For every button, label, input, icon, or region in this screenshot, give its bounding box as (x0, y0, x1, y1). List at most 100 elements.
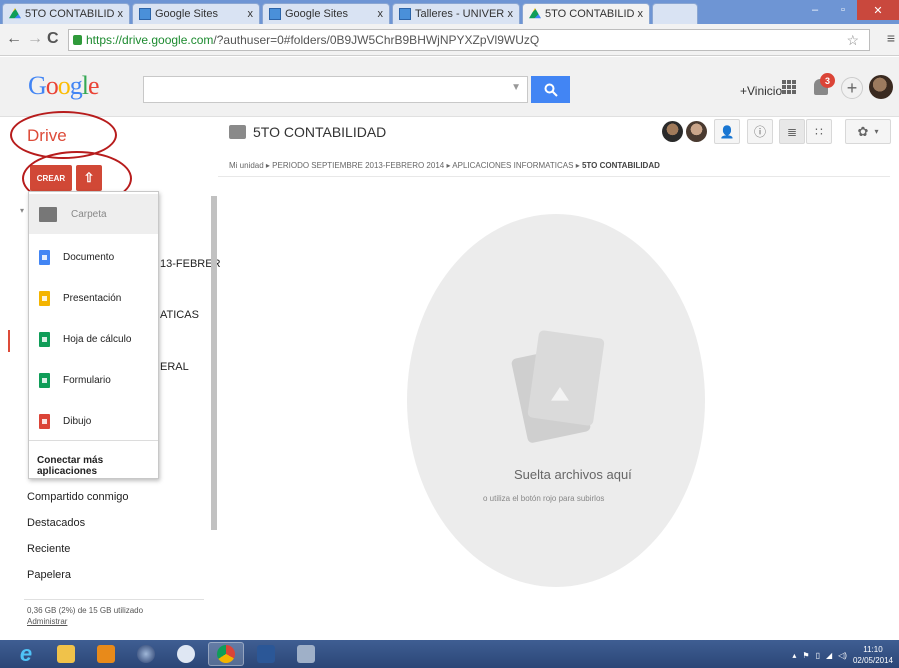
system-tray: ▴ ⚑ ▯ ◢ ◁) 11:10 02/05/2014 (792, 644, 893, 666)
breadcrumb-current: 5TO CONTABILIDAD (581, 161, 660, 170)
tree-expand-icon[interactable]: ▾ (20, 206, 24, 215)
docs-icon (39, 249, 50, 265)
url-field[interactable]: https://drive.google.com /?authuser=0#fo… (68, 29, 870, 51)
chevron-down-icon: ▾ (874, 127, 879, 136)
menu-item-spreadsheet[interactable]: Hoja de cálculo (29, 319, 158, 359)
network-icon[interactable]: ◢ (826, 651, 832, 660)
volume-icon[interactable]: ◁) (838, 651, 847, 660)
close-icon[interactable]: x (248, 8, 254, 20)
divider (24, 599, 204, 600)
menu-item-form[interactable]: Formulario (29, 360, 158, 400)
sites-icon (139, 8, 151, 20)
new-tab-button[interactable] (652, 3, 698, 24)
create-menu: Carpeta Documento Presentación Hoja de c… (28, 191, 159, 479)
forward-icon[interactable]: → (27, 30, 43, 48)
shared-folder-icon (229, 125, 246, 139)
collaborator-avatar[interactable] (662, 121, 683, 142)
taskbar-app[interactable] (88, 642, 124, 666)
tab-google-sites-1[interactable]: Google Sites x (132, 3, 260, 24)
start-button[interactable]: e (8, 641, 44, 666)
window-close-icon[interactable]: ✕ (857, 0, 899, 20)
breadcrumb: Mi unidad ▸ PERIODO SEPTIEMBRE 2013-FEBR… (229, 161, 660, 170)
settings-button[interactable]: ✿ ▾ (845, 119, 891, 144)
windows-taskbar: e ▴ ⚑ ▯ ◢ ◁) 11:10 02/05/2014 (0, 640, 899, 668)
tab-label: 5TO CONTABILIDAD - Go (545, 8, 634, 20)
close-icon[interactable]: x (508, 8, 514, 20)
sidebar-item-recent[interactable]: Reciente (27, 543, 70, 555)
clock[interactable]: 11:10 02/05/2014 (853, 644, 893, 666)
manage-storage-link[interactable]: Administrar (27, 617, 67, 626)
folder-title[interactable]: 5TO CONTABILIDAD (253, 124, 386, 140)
share-plus-button[interactable]: + (841, 77, 863, 99)
sidebar-item-shared[interactable]: Compartido conmigo (27, 491, 129, 503)
taskbar-word[interactable] (248, 642, 284, 666)
minimize-icon[interactable]: – (801, 0, 829, 20)
grid-view-button[interactable]: ∷ (806, 119, 832, 144)
drive-icon (9, 8, 21, 19)
taskbar-media[interactable] (128, 642, 164, 666)
collaborator-avatar[interactable] (686, 121, 707, 142)
taskbar-app[interactable] (168, 642, 204, 666)
menu-item-presentation[interactable]: Presentación (29, 278, 158, 318)
divider (29, 440, 158, 441)
search-button[interactable] (531, 76, 570, 103)
menu-item-drawing[interactable]: Dibujo (29, 401, 158, 441)
battery-icon[interactable]: ▯ (816, 651, 820, 660)
app-icon (97, 645, 115, 663)
search-input[interactable]: ▼ (143, 76, 528, 103)
avatar[interactable] (869, 75, 893, 99)
tab-drive-active[interactable]: 5TO CONTABILIDAD - Go x (522, 3, 650, 24)
media-icon (137, 645, 155, 663)
browser-tab-bar: 5TO CONTABILIDAD - Go x Google Sites x G… (0, 0, 899, 24)
breadcrumb-item[interactable]: APLICACIONES INFORMATICAS (452, 161, 573, 170)
search-dropdown-icon[interactable]: ▼ (511, 82, 521, 93)
sidebar-folder-partial[interactable]: ERAL (160, 361, 189, 373)
tray-expand-icon[interactable]: ▴ (792, 651, 796, 660)
menu-item-label: Documento (63, 251, 115, 263)
breadcrumb-item[interactable]: PERIODO SEPTIEMBRE 2013-FEBRERO 2014 (272, 161, 444, 170)
close-icon[interactable]: x (378, 8, 384, 20)
menu-item-document[interactable]: Documento (29, 237, 158, 277)
breadcrumb-separator: ▸ (575, 161, 580, 170)
menu-item-label: Presentación (63, 292, 122, 304)
tab-talleres[interactable]: Talleres - UNIVERSIDAD TE x (392, 3, 520, 24)
url-path-part: /?authuser=0#folders/0B9JW5ChrB9BHWjNPYX… (213, 33, 540, 47)
url-secure-part: https://drive.google.com (86, 33, 214, 47)
add-people-button[interactable]: 👤 (714, 119, 740, 144)
address-bar: ← → C https://drive.google.com /?authuse… (0, 24, 899, 56)
sidebar-folder-partial[interactable]: ATICAS (160, 309, 199, 321)
drawing-icon (39, 413, 50, 429)
flag-icon[interactable]: ⚑ (802, 651, 809, 660)
tab-label: 5TO CONTABILIDAD - Go (25, 8, 114, 20)
menu-item-label: Formulario (63, 374, 111, 386)
maximize-icon[interactable]: ▫ (829, 0, 857, 20)
breadcrumb-item[interactable]: Mi unidad (229, 161, 264, 170)
app-icon (297, 645, 315, 663)
word-icon (257, 645, 275, 663)
bookmark-star-icon[interactable]: ☆ (846, 32, 859, 49)
tab-drive-1[interactable]: 5TO CONTABILIDAD - Go x (2, 3, 130, 24)
apps-grid-icon[interactable] (782, 80, 796, 94)
list-view-button[interactable]: ≣ (779, 119, 805, 144)
grid-icon: ∷ (815, 124, 823, 139)
slides-icon (39, 290, 50, 306)
taskbar-app[interactable] (288, 642, 324, 666)
back-icon[interactable]: ← (6, 30, 22, 48)
taskbar-explorer[interactable] (48, 642, 84, 666)
menu-item-folder[interactable]: Carpeta (29, 194, 158, 234)
taskbar-chrome[interactable] (208, 642, 244, 666)
close-icon[interactable]: x (638, 8, 644, 20)
menu-item-label: Carpeta (71, 208, 107, 220)
window-controls: – ▫ ✕ (801, 0, 899, 20)
close-icon[interactable]: x (118, 8, 124, 20)
chrome-icon (217, 645, 235, 663)
reload-icon[interactable]: C (47, 30, 59, 48)
google-logo[interactable]: Google (28, 71, 100, 101)
notifications-badge[interactable]: 3 (820, 73, 835, 88)
browser-menu-icon[interactable]: ≡ (887, 30, 895, 46)
details-button[interactable]: ⓘ (747, 119, 773, 144)
tab-google-sites-2[interactable]: Google Sites x (262, 3, 390, 24)
user-name-link[interactable]: +Vinicio (740, 84, 782, 98)
sidebar-item-starred[interactable]: Destacados (27, 517, 85, 529)
sidebar-item-trash[interactable]: Papelera (27, 569, 71, 581)
